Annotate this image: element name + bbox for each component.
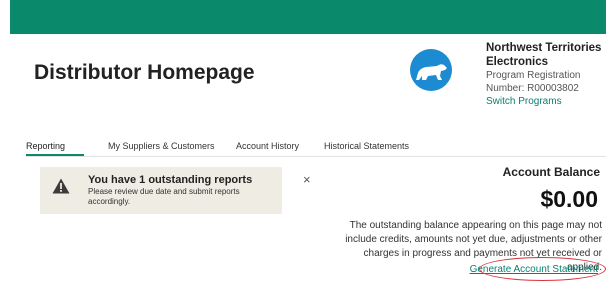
polar-bear-logo	[410, 49, 452, 91]
active-tab-indicator	[26, 154, 84, 156]
tab-bar: Reporting My Suppliers & Customers Accou…	[26, 134, 606, 157]
page-title: Distributor Homepage	[34, 61, 255, 84]
organization-info: Northwest Territories Electronics Progra…	[486, 41, 606, 108]
alert-message: Please review due date and submit report…	[88, 187, 240, 206]
organization-name: Northwest Territories Electronics	[486, 42, 602, 68]
registration-number: Number: R00003802	[486, 83, 579, 94]
close-icon[interactable]: ×	[303, 172, 311, 187]
alert-title: You have 1 outstanding reports	[88, 174, 253, 186]
warning-triangle-icon	[52, 178, 70, 199]
switch-programs-link[interactable]: Switch Programs	[486, 95, 606, 108]
tab-account-history[interactable]: Account History	[236, 141, 299, 151]
outstanding-reports-alert: You have 1 outstanding reports Please re…	[40, 167, 311, 214]
tab-historical-statements[interactable]: Historical Statements	[324, 141, 409, 151]
highlight-circle	[479, 257, 606, 281]
tab-my-suppliers-customers[interactable]: My Suppliers & Customers	[108, 141, 215, 151]
account-balance-heading: Account Balance	[502, 165, 600, 179]
tab-reporting[interactable]: Reporting	[26, 141, 65, 151]
program-registration-label: Program Registration	[486, 70, 581, 81]
top-bar	[10, 0, 606, 34]
account-balance-amount: $0.00	[540, 186, 598, 212]
